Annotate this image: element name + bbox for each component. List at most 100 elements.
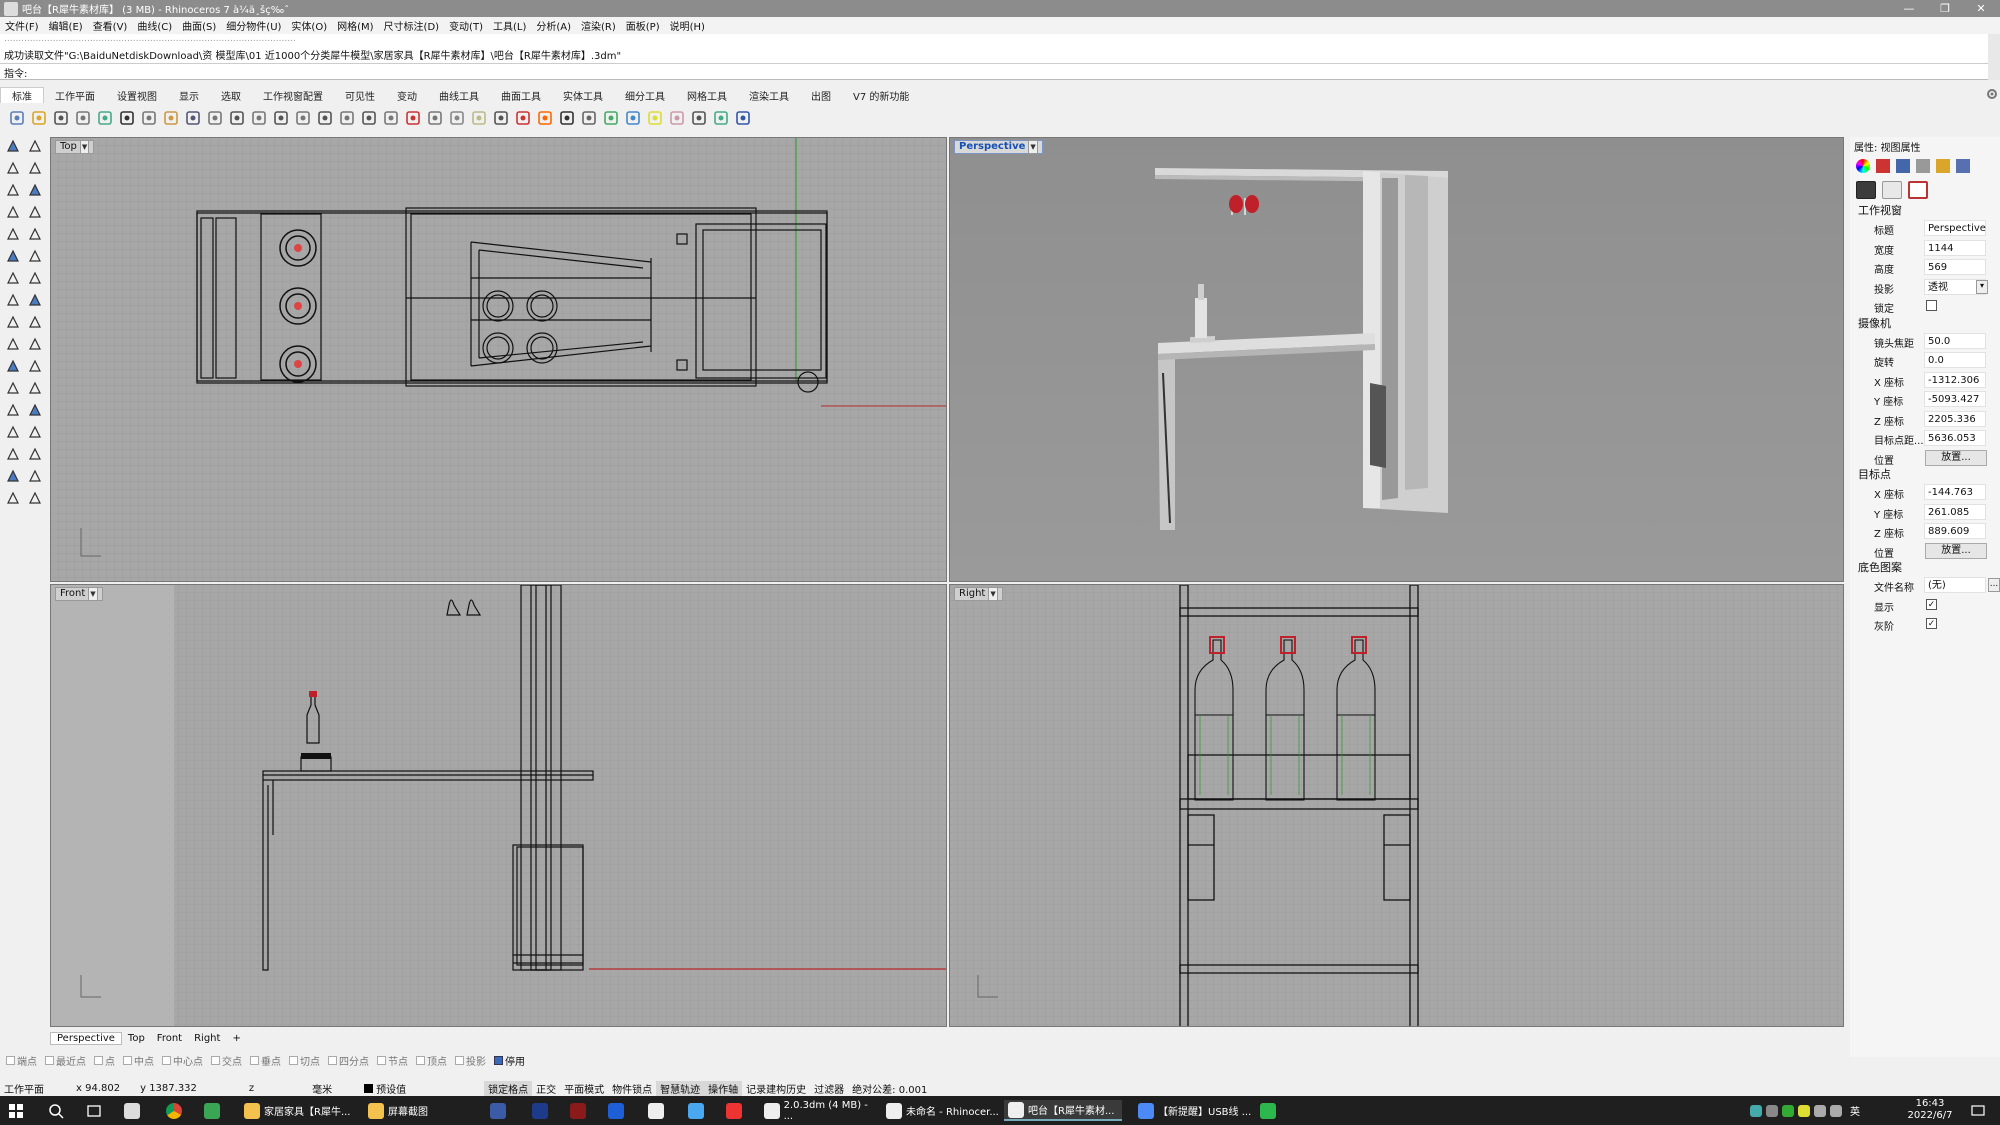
- layer-icon[interactable]: [514, 109, 532, 127]
- menu-item-3[interactable]: 曲线(C): [132, 18, 177, 33]
- gear-icon[interactable]: [1986, 88, 1998, 100]
- prop-value[interactable]: 261.085: [1924, 503, 1986, 520]
- help-icon[interactable]: [734, 109, 752, 127]
- status-toggle-5[interactable]: 操作轴: [704, 1080, 743, 1096]
- osnap-1[interactable]: 最近点: [45, 1053, 86, 1068]
- brush-icon[interactable]: [1916, 159, 1930, 173]
- status-toggle-0[interactable]: 锁定格点: [484, 1080, 533, 1096]
- menu-item-9[interactable]: 变动(T): [444, 18, 488, 33]
- select-icon[interactable]: [4, 137, 22, 155]
- boolean-icon[interactable]: [26, 291, 44, 309]
- render-icon[interactable]: [624, 109, 642, 127]
- open-icon[interactable]: [30, 109, 48, 127]
- osnap-11[interactable]: 投影: [455, 1053, 486, 1068]
- osnap-8[interactable]: 四分点: [328, 1053, 369, 1068]
- paste-icon[interactable]: [162, 109, 180, 127]
- trim-icon[interactable]: [4, 357, 22, 375]
- wechat-tray-icon[interactable]: [1782, 1104, 1794, 1117]
- lock-checkbox[interactable]: [1926, 300, 1937, 311]
- network-icon[interactable]: [1750, 1104, 1762, 1117]
- group-icon[interactable]: [4, 423, 22, 441]
- osnap-checkbox[interactable]: [289, 1055, 298, 1065]
- windows-start-button[interactable]: [8, 1100, 24, 1121]
- rectangle-icon[interactable]: [26, 203, 44, 221]
- menu-item-13[interactable]: 面板(P): [621, 18, 665, 33]
- minimize-button[interactable]: —: [1891, 0, 1927, 17]
- wechat-icon[interactable]: [1260, 1100, 1280, 1121]
- viewport-right[interactable]: Right ▼: [949, 584, 1844, 1027]
- render-icon[interactable]: [26, 489, 44, 507]
- osnap-checkbox[interactable]: [494, 1055, 503, 1065]
- chevron-down-icon[interactable]: ▼: [1028, 140, 1038, 154]
- block-icon[interactable]: [26, 423, 44, 441]
- taskbar-app-5[interactable]: 【新提醒】USB线 ...: [1134, 1100, 1252, 1121]
- toolbar-tab-6[interactable]: 可见性: [334, 88, 386, 103]
- chevron-down-icon[interactable]: ▾: [1976, 279, 1988, 294]
- prop-value[interactable]: 889.609: [1924, 523, 1986, 539]
- dimension-icon[interactable]: [26, 401, 44, 419]
- prop-checkbox[interactable]: ✓: [1926, 598, 1937, 610]
- status-cplane[interactable]: 工作平面: [0, 1081, 48, 1096]
- viewport-label-right[interactable]: Right ▼: [954, 587, 1003, 601]
- prop-value[interactable]: (无): [1924, 577, 1986, 593]
- frame-icon[interactable]: [1908, 181, 1928, 199]
- osnap-5[interactable]: 交点: [211, 1053, 242, 1068]
- freeform-icon[interactable]: [26, 225, 44, 243]
- viewport-top[interactable]: Top ▼: [50, 137, 947, 582]
- point-icon[interactable]: [26, 137, 44, 155]
- material-icon[interactable]: [1856, 159, 1870, 173]
- menu-item-8[interactable]: 尺寸标注(D): [379, 18, 445, 33]
- toolbar-tab-4[interactable]: 选取: [210, 88, 252, 103]
- wifi-icon[interactable]: [1814, 1104, 1826, 1117]
- lock-icon[interactable]: [492, 109, 510, 127]
- volume-icon[interactable]: [1830, 1104, 1842, 1117]
- chrome-icon[interactable]: [166, 1100, 186, 1121]
- pan-icon[interactable]: [206, 109, 224, 127]
- status-toggle-8[interactable]: 绝对公差: 0.001: [848, 1081, 931, 1096]
- toolbar-tab-11[interactable]: 细分工具: [614, 88, 676, 103]
- task-view-icon[interactable]: [86, 1100, 102, 1121]
- new-file-icon[interactable]: [8, 109, 26, 127]
- menu-item-5[interactable]: 细分物件(U): [221, 18, 286, 33]
- menu-item-4[interactable]: 曲面(S): [177, 18, 221, 33]
- sphere-icon[interactable]: [26, 269, 44, 287]
- transform-icon[interactable]: [26, 445, 44, 463]
- menu-item-12[interactable]: 渲染(R): [576, 18, 621, 33]
- osnap-3[interactable]: 中点: [123, 1053, 154, 1068]
- material-icon[interactable]: [602, 109, 620, 127]
- rotate-view-icon[interactable]: [338, 109, 356, 127]
- prop-value[interactable]: 1144: [1924, 239, 1986, 256]
- menu-item-1[interactable]: 编辑(E): [44, 18, 88, 33]
- fillet-icon[interactable]: [26, 313, 44, 331]
- ellipse-icon[interactable]: [4, 225, 22, 243]
- prop-value[interactable]: -144.763: [1924, 484, 1986, 500]
- clock[interactable]: 16:43 2022/6/7: [1900, 1098, 1960, 1122]
- mesh-icon[interactable]: [4, 379, 22, 397]
- arc-icon[interactable]: [26, 181, 44, 199]
- image-icon[interactable]: [1956, 159, 1970, 173]
- lightbulb-icon[interactable]: [470, 109, 488, 127]
- viewport-label-front[interactable]: Front ▼: [55, 587, 103, 601]
- close-button[interactable]: ✕: [1963, 0, 1999, 17]
- taskbar-app-1[interactable]: 屏幕截图: [364, 1100, 482, 1121]
- status-toggle-6[interactable]: 记录建构历史: [742, 1081, 810, 1096]
- snap-icon[interactable]: [4, 467, 22, 485]
- toolbar-tab-15[interactable]: V7 的新功能: [842, 88, 920, 103]
- save-icon[interactable]: [52, 109, 70, 127]
- menu-item-11[interactable]: 分析(A): [531, 18, 576, 33]
- add-viewport-icon[interactable]: +: [226, 1033, 246, 1044]
- extrude-icon[interactable]: [4, 291, 22, 309]
- viewport-perspective[interactable]: Perspective ▼: [949, 137, 1844, 582]
- align-icon[interactable]: [690, 109, 708, 127]
- osnap-checkbox[interactable]: [211, 1055, 220, 1065]
- shell-icon[interactable]: [4, 313, 22, 331]
- battery-icon[interactable]: [1766, 1104, 1778, 1117]
- prop-value[interactable]: 2205.336: [1924, 410, 1986, 427]
- osnap-4[interactable]: 中心点: [162, 1053, 203, 1068]
- status-toggle-4[interactable]: 智慧轨迹: [656, 1080, 705, 1096]
- prop-value[interactable]: 5636.053: [1924, 430, 1986, 446]
- toolbar-tab-8[interactable]: 曲线工具: [428, 88, 490, 103]
- prop-value[interactable]: 50.0: [1924, 332, 1986, 349]
- gear-icon[interactable]: [668, 109, 686, 127]
- taskbar-app-0[interactable]: 家居家具【R犀牛...: [240, 1100, 358, 1121]
